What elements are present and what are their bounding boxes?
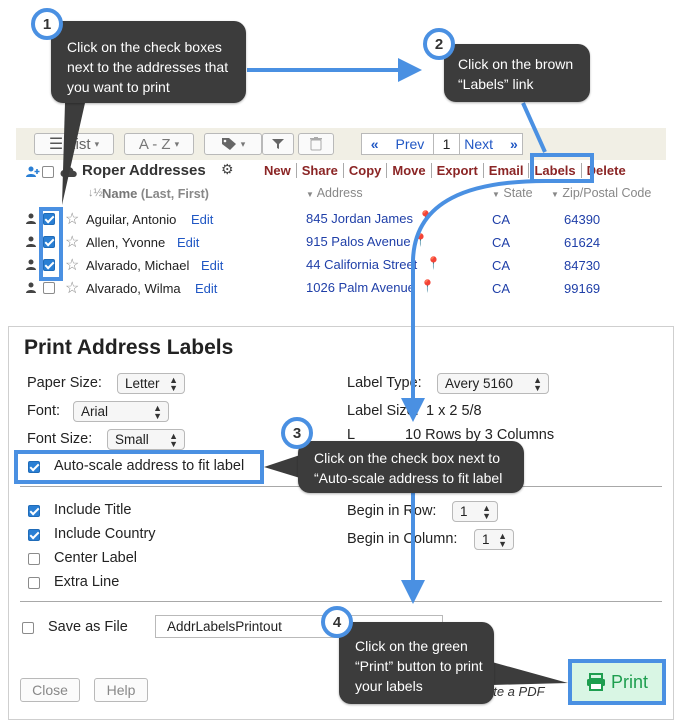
step-badge-4: 4 — [321, 606, 353, 638]
step-badge-1: 1 — [31, 8, 63, 40]
step-badge-2: 2 — [423, 28, 455, 60]
callout-4: Click on the green “Print” button to pri… — [339, 622, 494, 704]
callout-2: Click on the brown “Labels” link — [444, 44, 590, 102]
labels-highlight — [530, 153, 594, 183]
callout-1: Click on the check boxes next to the add… — [51, 21, 246, 103]
callout-1-pointer — [62, 103, 85, 205]
callout-4-pointer — [492, 662, 568, 685]
checkbox-highlight — [39, 207, 63, 281]
print-button[interactable]: Print — [568, 659, 666, 705]
auto-scale-highlight — [14, 450, 264, 484]
callout-3: Click on the check box next to “Auto-sca… — [298, 441, 524, 493]
arrow-curve — [401, 179, 547, 422]
printer-icon — [586, 673, 605, 691]
arrow-2 — [521, 102, 547, 153]
callout-3-pointer — [264, 455, 300, 478]
step-badge-3: 3 — [281, 417, 313, 449]
